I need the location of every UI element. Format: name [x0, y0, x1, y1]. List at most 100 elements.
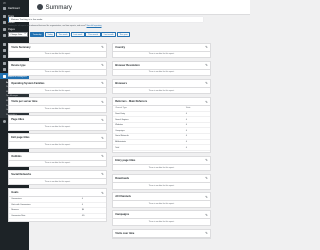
widget-title: Campaigns: [115, 213, 130, 217]
period-button-this-month[interactable]: This month: [85, 32, 101, 37]
widget-title: Exit page titles: [11, 136, 30, 140]
widget-outlinks: Outlinks ✎ There is no data for this repo…: [8, 151, 107, 168]
period-button-this-week[interactable]: This week: [55, 32, 71, 37]
widget-empty-message: There is no data for this report.: [148, 166, 175, 169]
widget-title: Social Networks: [11, 172, 32, 176]
posts-icon: [3, 15, 6, 19]
widget-empty-message: There is no data for this report.: [44, 180, 71, 183]
pages-icon: [3, 27, 6, 31]
period-button-today[interactable]: Today: [44, 32, 56, 37]
widget-empty-message: There is no data for this report.: [148, 71, 175, 74]
page-header: Summary: [29, 0, 250, 15]
widget-social-networks: Social Networks ✎ There is no data for th…: [8, 169, 107, 186]
widget-title: Country: [115, 45, 126, 49]
widget-empty-message: There is no data for this report.: [44, 89, 71, 92]
users-icon: [3, 55, 6, 59]
period-button-yesterday[interactable]: Yesterday: [30, 32, 45, 37]
widget-referrers-main: Referrers - Main Referrers ✎ Channel Type…: [112, 97, 211, 154]
matomo-logo-icon: [37, 4, 43, 10]
table-row: Total 0: [113, 145, 210, 151]
edit-pencil-icon[interactable]: ✎: [205, 195, 208, 199]
widget-browsers: Browsers ✎ There is no data for this repo…: [112, 78, 211, 95]
widget-visits-summary: Visits Summary ✎ There is no data for thi…: [8, 42, 107, 59]
date-select[interactable]: Change Date ▼: [8, 32, 29, 37]
period-button-this-year[interactable]: This year: [116, 32, 131, 37]
settings-icon: [3, 68, 6, 72]
widget-downloads: Downloads ✎ There is no data for this rep…: [112, 173, 211, 190]
widget-title: Outlinks: [11, 154, 22, 158]
widget-title: All Channels: [115, 195, 131, 199]
edit-pencil-icon[interactable]: ✎: [101, 154, 104, 158]
left-widget-column: Visits Summary ✎ There is no data for thi…: [8, 42, 107, 225]
edit-pencil-icon[interactable]: ✎: [101, 45, 104, 49]
widget-exit-page-titles: Exit page titles ✎ There is no data for t…: [8, 133, 107, 150]
widget-page-titles: Page titles ✎ There is no data for this r…: [8, 115, 107, 131]
widget-title: Goals: [11, 191, 19, 194]
plugins-icon: [3, 49, 6, 53]
widget-title: Entry page titles: [115, 158, 136, 162]
edit-pencil-icon[interactable]: ✎: [101, 100, 104, 104]
edit-pencil-icon[interactable]: ✎: [205, 81, 208, 85]
widget-device-type: Device type ✎ There is no data for this r…: [8, 60, 107, 77]
widget-title: Browser Resolution: [115, 63, 140, 67]
widget-empty-message: There is no data for this report.: [44, 71, 71, 74]
widget-browser-resolution: Browser Resolution ✎ There is no data for…: [112, 60, 211, 77]
matomo-icon: [3, 74, 6, 78]
edit-pencil-icon[interactable]: ✎: [205, 213, 208, 217]
tracking-mode-notice: Matomo Tracking is in live mode.: [8, 17, 203, 23]
edit-pencil-icon[interactable]: ✎: [101, 172, 104, 176]
widget-empty-message: There is no data for this report.: [44, 126, 71, 129]
widget-goals: Goals ✎ Conversions 0 Visits with Conversi…: [8, 188, 107, 222]
widget-visits-over-time: Visits over time ✎: [112, 228, 211, 239]
page-title: Summary: [45, 3, 72, 11]
right-widget-column: Country ✎ There is no data for this repor…: [112, 42, 211, 242]
period-button-last-week[interactable]: Last week: [70, 32, 85, 37]
collapse-icon: [3, 119, 6, 123]
widget-empty-message: There is no data for this report.: [44, 144, 71, 147]
edit-pencil-icon[interactable]: ✎: [205, 158, 208, 162]
widget-empty-message: There is no data for this report.: [148, 184, 175, 187]
chevron-down-icon: ▼: [24, 34, 26, 35]
widget-all-channels: All Channels ✎ There is no data for this …: [112, 192, 211, 208]
widget-title: Visits Summary: [11, 45, 31, 49]
tools-icon: [3, 61, 6, 65]
edit-pencil-icon[interactable]: ✎: [101, 81, 104, 85]
widget-title: Device type: [11, 63, 26, 67]
edit-pencil-icon[interactable]: ✎: [205, 100, 208, 104]
widget-visits-per-server-time: Visits per server time ✎ There is no data…: [8, 97, 107, 113]
widget-title: Visits over time: [115, 231, 135, 235]
widget-operating-system-families: Operating System Families ✎ There is no d…: [8, 78, 107, 95]
table-row: Conversion Rate 0%: [9, 214, 106, 220]
widget-empty-message: There is no data for this report.: [44, 53, 71, 56]
widget-empty-message: There is no data for this report.: [44, 107, 71, 110]
media-icon: [3, 21, 6, 25]
dashboard-icon: [3, 6, 6, 10]
widget-title: Downloads: [115, 176, 130, 180]
edit-pencil-icon[interactable]: ✎: [101, 63, 104, 67]
widget-title: Operating System Families: [11, 81, 45, 85]
period-button-last-month[interactable]: Last month: [101, 32, 117, 37]
info-text: Looking for all reports and advanced fea…: [8, 24, 102, 27]
widget-empty-message: There is no data for this report.: [148, 89, 175, 92]
edit-pencil-icon[interactable]: ✎: [101, 118, 104, 122]
widget-entry-page-titles: Entry page titles ✎ There is no data for …: [112, 155, 211, 172]
widget-title: Referrers - Main Referrers: [115, 100, 148, 104]
full-reporting-link[interactable]: View full reporting: [87, 25, 102, 27]
edit-pencil-icon[interactable]: ✎: [205, 176, 208, 180]
edit-pencil-icon[interactable]: ✎: [205, 231, 208, 235]
appearance-icon: [3, 42, 6, 46]
widget-title: Page titles: [11, 118, 25, 122]
widget-campaigns: Campaigns ✎ There is no data for this rep…: [112, 210, 211, 226]
widget-empty-message: There is no data for this report.: [148, 202, 175, 205]
edit-pencil-icon[interactable]: ✎: [205, 63, 208, 67]
comments-icon: [3, 34, 6, 38]
widget-country: Country ✎ There is no data for this repor…: [112, 42, 211, 59]
widget-title: Visits per server time: [11, 100, 38, 104]
edit-pencil-icon[interactable]: ✎: [101, 136, 104, 140]
widget-empty-message: There is no data for this report.: [148, 53, 175, 56]
edit-pencil-icon[interactable]: ✎: [101, 191, 104, 195]
widget-empty-message: There is no data for this report.: [44, 162, 71, 165]
edit-pencil-icon[interactable]: ✎: [205, 45, 208, 49]
widget-title: Browsers: [115, 81, 128, 85]
date-toolbar: Change Date ▼ Yesterday Today This week L…: [8, 32, 131, 37]
